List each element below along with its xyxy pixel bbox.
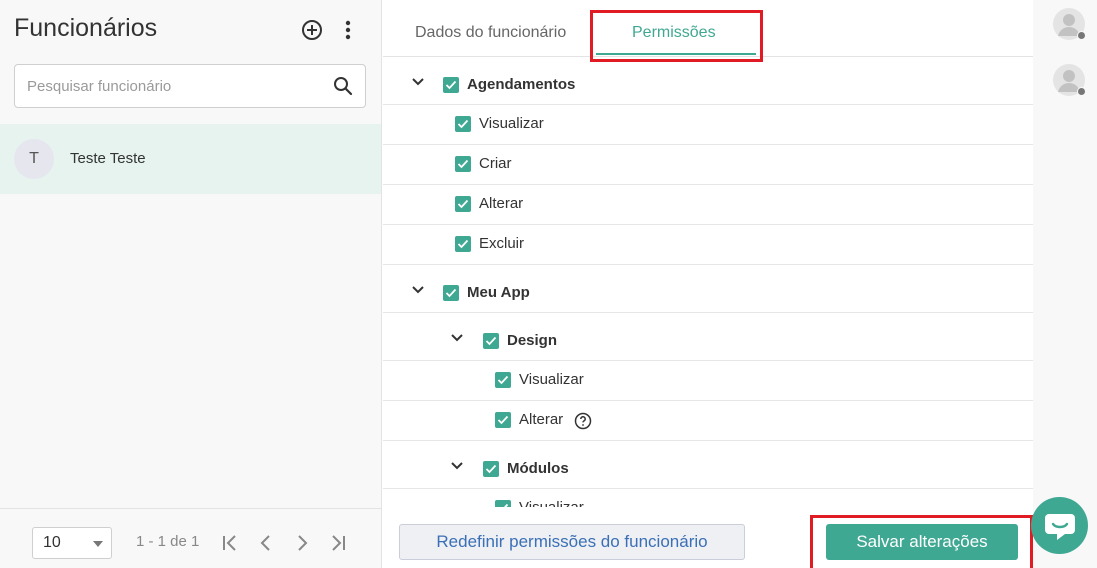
main-panel: Dados do funcionário Permissões Agendame… xyxy=(383,0,1033,568)
chat-icon[interactable] xyxy=(1031,497,1088,554)
checkbox-checked[interactable] xyxy=(483,333,499,349)
status-dot xyxy=(1077,31,1086,40)
checkbox-checked[interactable] xyxy=(455,156,471,172)
permission-label: Visualizar xyxy=(519,499,584,507)
search-input[interactable] xyxy=(27,65,327,107)
caret-down-icon xyxy=(93,541,103,547)
save-changes-button[interactable]: Salvar alterações xyxy=(826,524,1018,560)
employee-list: T Teste Teste xyxy=(0,124,381,194)
chevron-down-icon[interactable] xyxy=(411,77,425,87)
permission-label: Visualizar xyxy=(479,115,544,132)
employee-name: Teste Teste xyxy=(70,150,146,167)
permission-group-agendamentos: Agendamentos xyxy=(383,57,1033,105)
checkbox-checked[interactable] xyxy=(455,236,471,252)
checkbox-checked[interactable] xyxy=(495,372,511,388)
checkbox-checked[interactable] xyxy=(443,285,459,301)
permission-row: Visualizar xyxy=(383,361,1033,401)
permission-label: Meu App xyxy=(467,284,530,301)
next-page-icon[interactable] xyxy=(292,531,312,555)
permission-label: Visualizar xyxy=(519,371,584,388)
chevron-down-icon[interactable] xyxy=(411,285,425,295)
permission-group-meu-app: Meu App xyxy=(383,265,1033,313)
permission-label: Alterar xyxy=(519,411,564,428)
permission-row: Excluir xyxy=(383,225,1033,265)
status-dot xyxy=(1077,87,1086,96)
chevron-down-icon[interactable] xyxy=(450,333,464,343)
search-icon[interactable] xyxy=(333,76,353,96)
last-page-icon[interactable] xyxy=(328,531,348,555)
employee-list-item[interactable]: T Teste Teste xyxy=(0,124,381,194)
permission-label: Criar xyxy=(479,155,512,172)
first-page-icon[interactable] xyxy=(220,531,240,555)
permission-subgroup-modulos: Módulos xyxy=(383,441,1033,489)
avatar: T xyxy=(14,139,54,179)
permission-label: Design xyxy=(507,332,558,349)
permission-label: Alterar xyxy=(479,195,524,212)
checkbox-checked[interactable] xyxy=(483,461,499,477)
permission-row: Visualizar xyxy=(383,105,1033,145)
employee-sidebar: Funcionários T Teste Teste 10 1 - 1 de 1 xyxy=(0,0,382,568)
permission-label: Módulos xyxy=(507,460,569,477)
permission-row: Alterar xyxy=(383,401,1033,441)
tab-bar: Dados do funcionário Permissões xyxy=(383,0,1033,62)
permission-row: Alterar xyxy=(383,185,1033,225)
permission-row: Criar xyxy=(383,145,1033,185)
user-avatar-icon[interactable] xyxy=(1053,64,1086,96)
reset-permissions-button[interactable]: Redefinir permissões do funcionário xyxy=(399,524,745,560)
checkbox-checked[interactable] xyxy=(443,77,459,93)
permissions-tree: Agendamentos Visualizar Criar Alterar Ex… xyxy=(383,57,1033,507)
permission-row: Visualizar xyxy=(383,489,1033,507)
app: Funcionários T Teste Teste 10 1 - 1 de 1 xyxy=(0,0,1097,568)
permission-label: Agendamentos xyxy=(467,76,576,93)
search-box xyxy=(14,64,366,108)
previous-page-icon[interactable] xyxy=(256,531,276,555)
permission-label: Excluir xyxy=(479,235,525,252)
page-size-select[interactable]: 10 xyxy=(32,527,112,559)
checkbox-checked[interactable] xyxy=(495,412,511,428)
help-icon[interactable] xyxy=(574,412,592,430)
add-employee-icon[interactable] xyxy=(300,18,324,42)
right-rail xyxy=(1033,0,1097,568)
sidebar-title: Funcionários xyxy=(14,14,158,42)
page-size-value: 10 xyxy=(43,534,61,551)
pagination-bar: 10 1 - 1 de 1 xyxy=(0,508,381,568)
more-options-icon[interactable] xyxy=(337,18,359,42)
checkbox-checked[interactable] xyxy=(495,500,511,507)
permission-subgroup-design: Design xyxy=(383,313,1033,361)
highlight-box-tab xyxy=(590,10,763,62)
action-bar: Redefinir permissões do funcionário Salv… xyxy=(383,508,1033,568)
tab-dados-funcionario[interactable]: Dados do funcionário xyxy=(415,24,566,42)
chevron-down-icon[interactable] xyxy=(450,461,464,471)
pagination-range: 1 - 1 de 1 xyxy=(136,533,200,550)
checkbox-checked[interactable] xyxy=(455,196,471,212)
user-avatar-icon[interactable] xyxy=(1053,8,1086,40)
checkbox-checked[interactable] xyxy=(455,116,471,132)
